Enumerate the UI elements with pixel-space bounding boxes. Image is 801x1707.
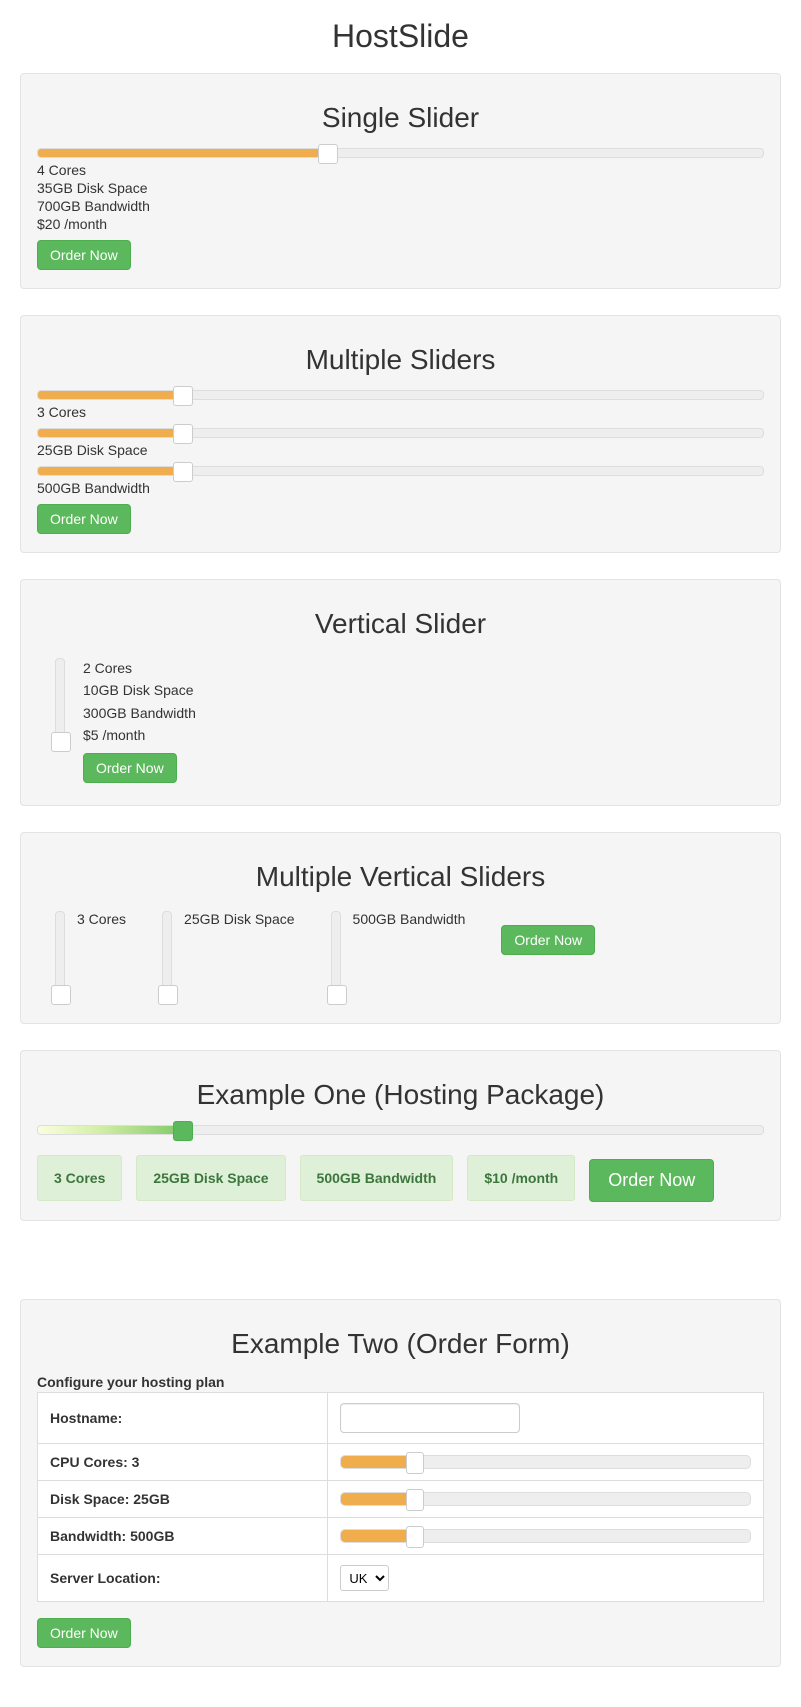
page-title: HostSlide (20, 18, 781, 55)
bandwidth-slider[interactable] (340, 1529, 751, 1543)
ex1-chip-bandwidth: 500GB Bandwidth (300, 1155, 454, 1201)
multi-slider-cores[interactable] (37, 390, 764, 400)
slider-handle[interactable] (318, 144, 338, 164)
ex2-caption: Configure your hosting plan (37, 1374, 764, 1390)
single-disk: 35GB Disk Space (37, 180, 764, 196)
disk-slider[interactable] (340, 1492, 751, 1506)
mvert-heading: Multiple Vertical Sliders (37, 861, 764, 893)
single-cores: 4 Cores (37, 162, 764, 178)
mvert-disk: 25GB Disk Space (184, 911, 295, 927)
panel-vertical-slider: Vertical Slider 2 Cores 10GB Disk Space … (20, 579, 781, 806)
multi-slider-bandwidth[interactable] (37, 466, 764, 476)
multi-cores: 3 Cores (37, 404, 764, 420)
multi-bandwidth: 500GB Bandwidth (37, 480, 764, 496)
slider-handle[interactable] (173, 386, 193, 406)
ex1-heading: Example One (Hosting Package) (37, 1079, 764, 1111)
slider-handle[interactable] (406, 1452, 424, 1474)
slider-handle[interactable] (173, 424, 193, 444)
ex1-chip-cores: 3 Cores (37, 1155, 122, 1201)
ex2-heading: Example Two (Order Form) (37, 1328, 764, 1360)
multi-order-button[interactable]: Order Now (37, 504, 131, 534)
vertical-slider-heading: Vertical Slider (37, 608, 764, 640)
table-row: Hostname: (38, 1393, 764, 1444)
slider-handle[interactable] (406, 1489, 424, 1511)
slider-handle[interactable] (51, 985, 71, 1005)
mvert-order-button[interactable]: Order Now (501, 925, 595, 955)
slider-handle[interactable] (173, 1121, 193, 1141)
panel-example-two: Example Two (Order Form) Configure your … (20, 1299, 781, 1667)
ex2-order-button[interactable]: Order Now (37, 1618, 131, 1648)
slider-handle[interactable] (51, 732, 71, 752)
single-order-button[interactable]: Order Now (37, 240, 131, 270)
slider-handle[interactable] (327, 985, 347, 1005)
single-slider[interactable] (37, 148, 764, 158)
mvert-slider-cores[interactable] (55, 911, 65, 1001)
panel-multiple-sliders: Multiple Sliders 3 Cores 25GB Disk Space… (20, 315, 781, 553)
multiple-sliders-heading: Multiple Sliders (37, 344, 764, 376)
hostname-label: Hostname: (38, 1393, 328, 1444)
vertical-order-button[interactable]: Order Now (83, 753, 177, 783)
ex1-slider[interactable] (37, 1125, 764, 1135)
panel-example-one: Example One (Hosting Package) 3 Cores 25… (20, 1050, 781, 1221)
single-price: $20 /month (37, 216, 764, 232)
slider-handle[interactable] (406, 1526, 424, 1548)
panel-multiple-vertical-sliders: Multiple Vertical Sliders 3 Cores 25GB D… (20, 832, 781, 1024)
table-row: CPU Cores: 3 (38, 1444, 764, 1481)
vertical-cores: 2 Cores (83, 658, 196, 678)
multi-disk: 25GB Disk Space (37, 442, 764, 458)
bandwidth-label: Bandwidth: 500GB (38, 1518, 328, 1555)
ex1-chip-price: $10 /month (467, 1155, 575, 1201)
vertical-disk: 10GB Disk Space (83, 680, 196, 700)
hostname-input[interactable] (340, 1403, 520, 1433)
mvert-cores: 3 Cores (77, 911, 126, 927)
slider-handle[interactable] (173, 462, 193, 482)
ex1-chip-disk: 25GB Disk Space (136, 1155, 285, 1201)
cpu-label: CPU Cores: 3 (38, 1444, 328, 1481)
single-bandwidth: 700GB Bandwidth (37, 198, 764, 214)
vertical-bandwidth: 300GB Bandwidth (83, 703, 196, 723)
table-row: Bandwidth: 500GB (38, 1518, 764, 1555)
disk-label: Disk Space: 25GB (38, 1481, 328, 1518)
cpu-slider[interactable] (340, 1455, 751, 1469)
vertical-price: $5 /month (83, 725, 196, 745)
panel-single-slider: Single Slider 4 Cores 35GB Disk Space 70… (20, 73, 781, 289)
mvert-slider-disk[interactable] (162, 911, 172, 1001)
slider-handle[interactable] (158, 985, 178, 1005)
table-row: Server Location: UK (38, 1555, 764, 1602)
multi-slider-disk[interactable] (37, 428, 764, 438)
vertical-slider[interactable] (55, 658, 65, 748)
mvert-bandwidth: 500GB Bandwidth (353, 911, 466, 927)
single-slider-heading: Single Slider (37, 102, 764, 134)
location-label: Server Location: (38, 1555, 328, 1602)
mvert-slider-bandwidth[interactable] (331, 911, 341, 1001)
ex1-order-button[interactable]: Order Now (589, 1159, 714, 1202)
table-row: Disk Space: 25GB (38, 1481, 764, 1518)
location-select[interactable]: UK (340, 1565, 389, 1591)
